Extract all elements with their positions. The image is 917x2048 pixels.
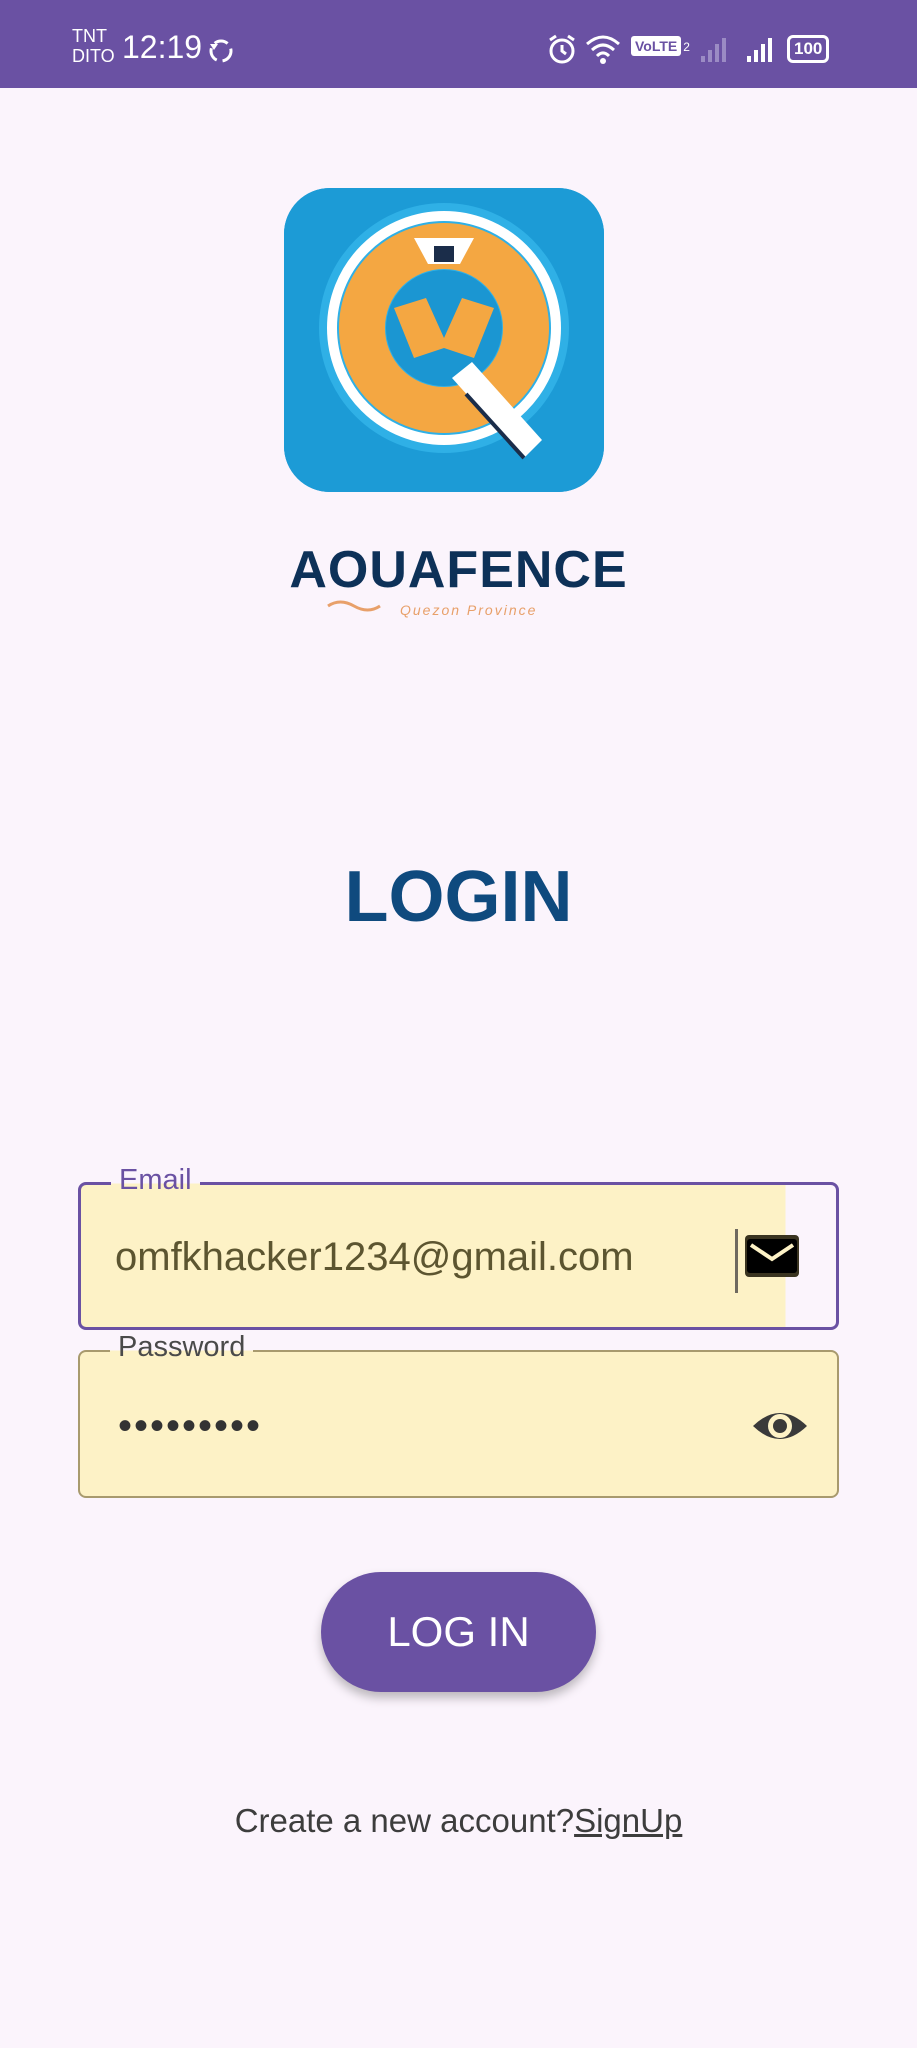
brand-name: AOUAFENCE: [289, 541, 628, 599]
alarm-icon: [547, 34, 577, 71]
sim-slot-label: 2: [683, 40, 690, 54]
email-label: Email: [111, 1163, 200, 1197]
login-button[interactable]: LOG IN: [321, 1572, 596, 1692]
signup-link[interactable]: SignUp: [574, 1802, 682, 1839]
carrier-line-2: DITO: [72, 46, 115, 66]
status-time: 12:19: [122, 29, 203, 65]
volte-label: VoLTE: [631, 36, 682, 56]
volte-badge: VoLTE 2: [631, 36, 690, 56]
signal-icon: [745, 34, 775, 69]
password-label: Password: [110, 1330, 254, 1364]
eye-icon[interactable]: [751, 1406, 809, 1451]
sync-icon: [206, 36, 236, 71]
carrier-line-1: TNT: [72, 26, 107, 46]
wave-icon: [326, 596, 382, 621]
text-cursor: [735, 1229, 738, 1293]
mail-icon: [745, 1235, 799, 1277]
email-value: omfkhacker1234@gmail.com: [115, 1235, 634, 1279]
brand-subtitle: Quezon Province: [400, 602, 538, 618]
page-title: LOGIN: [344, 857, 573, 937]
signal-icon: [699, 34, 729, 69]
email-field[interactable]: Email omfkhacker1234@gmail.com: [78, 1163, 839, 1330]
status-bar: TNT DITO 12:19 VoLTE 2 100: [0, 0, 917, 88]
wifi-icon: [585, 34, 621, 71]
app-logo: [284, 188, 604, 492]
email-input[interactable]: omfkhacker1234@gmail.com: [115, 1229, 809, 1285]
password-input[interactable]: •••••••••: [118, 1406, 262, 1446]
battery-icon: 100: [787, 35, 830, 63]
signup-row: Create a new account?SignUp: [0, 1802, 917, 1840]
password-field[interactable]: Password •••••••••: [78, 1330, 839, 1498]
signup-prompt: Create a new account?: [234, 1802, 575, 1839]
battery-level: 100: [787, 35, 830, 63]
carrier-label: TNT DITO: [72, 26, 115, 66]
